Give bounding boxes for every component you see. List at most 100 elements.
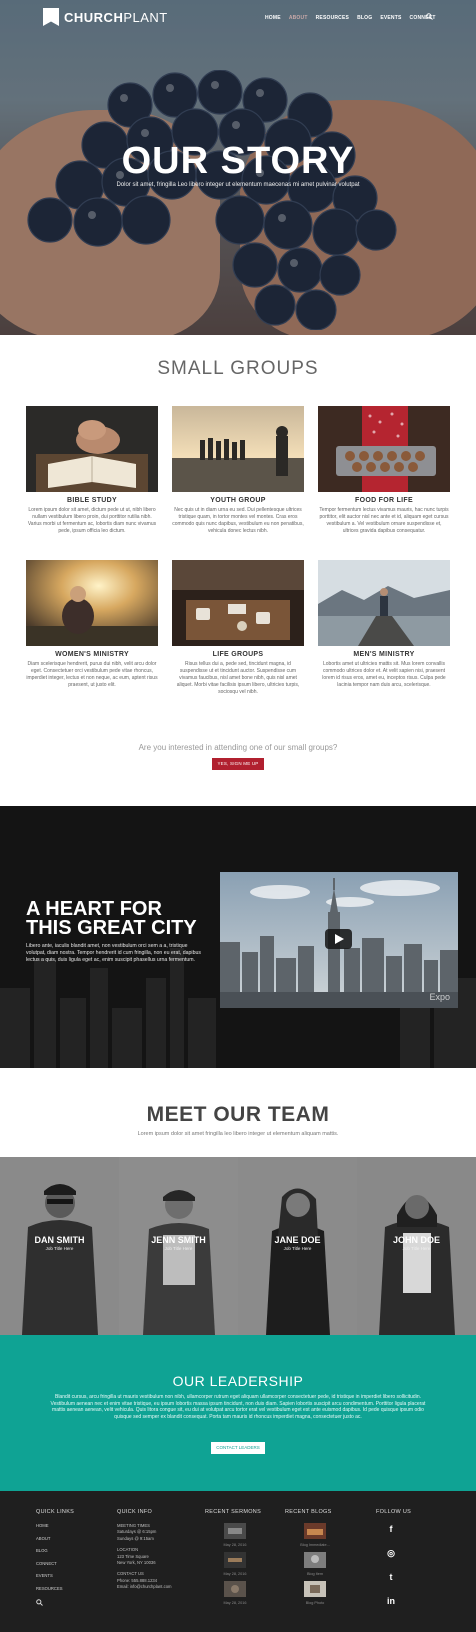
- group-card-womens-ministry[interactable]: WOMEN'S MINISTRY Diam scelerisque hendre…: [26, 560, 158, 689]
- sermon-item[interactable]: May 28, 2016: [205, 1523, 265, 1547]
- video-watermark: Expo: [429, 992, 450, 1002]
- group-description: Risus tellus dui a, pede sed, tincidunt …: [176, 661, 300, 695]
- team-member-jenn-smith[interactable]: JENN SMITH Job Title Here: [119, 1157, 238, 1335]
- search-icon[interactable]: [426, 13, 433, 20]
- team-member-name: JOHN DOE: [392, 1235, 440, 1245]
- sermon-thumbnail: [224, 1581, 246, 1597]
- city-video-player[interactable]: Expo: [220, 872, 458, 1008]
- footer-heading: QUICK INFO: [117, 1509, 153, 1515]
- sermon-date: May 28, 2016: [223, 1601, 247, 1605]
- group-title: YOUTH GROUP: [210, 497, 266, 504]
- team-member-role: Job Title Here: [283, 1246, 312, 1251]
- hero-banner: CHURCH PLANT HOME ABOUT RESOURCES BLOG E…: [0, 0, 476, 335]
- team-member-name: JANE DOE: [274, 1235, 321, 1245]
- life-groups-image: [172, 560, 304, 646]
- small-groups-question: Are you interested in attending one of o…: [138, 743, 338, 752]
- group-title: WOMEN'S MINISTRY: [55, 651, 129, 658]
- group-title: FOOD FOR LIFE: [355, 497, 413, 504]
- nav-home[interactable]: HOME: [265, 15, 281, 21]
- blog-item[interactable]: Blog Immediate...: [285, 1523, 345, 1547]
- group-card-youth-group[interactable]: YOUTH GROUP Nec quis ut in diam urna eu …: [172, 406, 304, 535]
- nav-about[interactable]: ABOUT: [289, 15, 308, 21]
- footer-follow-us: FOLLOW US f ◎ t in: [376, 1509, 411, 1619]
- group-card-bible-study[interactable]: BIBLE STUDY Lorem ipsum dolor sit amet, …: [26, 406, 158, 535]
- logo-text-light: PLANT: [123, 9, 168, 25]
- leadership-section: OUR LEADERSHIP Blandit cursus, arcu frin…: [0, 1335, 476, 1491]
- blog-thumbnail: [304, 1581, 326, 1597]
- blog-thumbnail: [304, 1523, 326, 1539]
- group-card-mens-ministry[interactable]: MEN'S MINISTRY Lobortis amet ut ultricie…: [318, 560, 450, 689]
- sermon-date: May 28, 2016: [223, 1572, 247, 1576]
- blog-item[interactable]: Blog Photo: [285, 1581, 345, 1605]
- sermon-date: May 28, 2016: [223, 1543, 247, 1547]
- group-card-food-for-life[interactable]: FOOD FOR LIFE Tempor fermentum lectus vi…: [318, 406, 450, 535]
- group-description: Tempor fermentum lectus vivamus mauris, …: [319, 507, 449, 534]
- footer-heading: RECENT BLOGS: [285, 1509, 332, 1515]
- instagram-icon[interactable]: ◎: [376, 1547, 406, 1571]
- group-description: Lorem ipsum dolor sit amet, dictum pede …: [27, 507, 157, 534]
- footer-link-blog[interactable]: BLOG: [36, 1548, 74, 1553]
- footer-heading: FOLLOW US: [376, 1509, 412, 1515]
- sermon-item[interactable]: May 28, 2016: [205, 1552, 265, 1576]
- nav-events[interactable]: EVENTS: [380, 15, 401, 21]
- blog-title: Blog Immediate...: [300, 1543, 330, 1547]
- meeting-time: Sundays @ 9:15am: [117, 1535, 154, 1541]
- nav-blog[interactable]: BLOG: [357, 15, 372, 21]
- sermon-thumbnail: [224, 1552, 246, 1568]
- footer-link-home[interactable]: HOME: [36, 1523, 74, 1528]
- leadership-title: OUR LEADERSHIP: [172, 1373, 304, 1389]
- blog-title: Blog Item: [306, 1572, 324, 1576]
- group-card-life-groups[interactable]: LIFE GROUPS Risus tellus dui a, pede sed…: [172, 560, 304, 696]
- team-member-name: DAN SMITH: [34, 1235, 85, 1245]
- blog-item[interactable]: Blog Item: [285, 1552, 345, 1576]
- team-title: MEET OUR TEAM: [146, 1103, 330, 1126]
- youth-group-image: [172, 406, 304, 492]
- footer-quick-links: QUICK LINKS HOME ABOUT BLOG CONNECT EVEN…: [36, 1509, 74, 1608]
- footer-heading: RECENT SERMONS: [205, 1509, 262, 1515]
- main-menu: HOME ABOUT RESOURCES BLOG EVENTS CONNECT: [265, 15, 436, 21]
- footer-link-resources[interactable]: RESOURCES: [36, 1586, 74, 1591]
- team-subtitle: Lorem ipsum dolor sit amet fringilla leo…: [137, 1131, 339, 1137]
- nav-resources[interactable]: RESOURCES: [316, 15, 349, 21]
- group-description: Lobortis amet ut ultricies mattis sit. M…: [322, 661, 446, 688]
- team-member-role: Job Title Here: [164, 1246, 193, 1251]
- footer-recent-sermons: RECENT SERMONS May 28, 2016 May 28, 2016…: [205, 1509, 265, 1610]
- team-member-dan-smith[interactable]: DAN SMITH Job Title Here: [0, 1157, 119, 1335]
- team-grid: DAN SMITH Job Title Here JENN SMITH Job …: [0, 1157, 476, 1335]
- sign-me-up-button[interactable]: YES, SIGN ME UP: [212, 758, 264, 770]
- play-icon[interactable]: [325, 929, 352, 949]
- team-member-role: Job Title Here: [402, 1246, 431, 1251]
- footer-search-icon[interactable]: [36, 1598, 43, 1606]
- city-title: A HEART FOR THIS GREAT CITY: [26, 899, 197, 939]
- bookmark-logo-icon: [43, 8, 59, 26]
- linkedin-icon[interactable]: in: [376, 1595, 406, 1619]
- hero-subtitle: Dolor sit amet, fringilla Leo libero int…: [116, 182, 360, 188]
- group-title: BIBLE STUDY: [67, 497, 117, 504]
- footer-quick-info: QUICK INFO MEETING TIMES Saturdays @ 6:1…: [117, 1509, 172, 1591]
- team-member-john-doe[interactable]: JOHN DOE Job Title Here: [357, 1157, 476, 1335]
- site-logo[interactable]: CHURCH PLANT: [43, 8, 168, 26]
- small-groups-title: SMALL GROUPS: [157, 358, 319, 379]
- leadership-description: Blandit cursus, arcu fringilla ut mauris…: [50, 1394, 426, 1420]
- group-description: Diam scelerisque hendrerit, purus dui ni…: [26, 661, 158, 688]
- logo-text-bold: CHURCH: [64, 9, 124, 25]
- contact-email[interactable]: Email: info@churchplant.com: [117, 1584, 172, 1590]
- bible-study-image: [26, 406, 158, 492]
- city-title-line-2: THIS GREAT CITY: [26, 917, 197, 939]
- team-member-role: Job Title Here: [45, 1246, 74, 1251]
- group-description: Nec quis ut in diam urna eu sed. Dui pel…: [172, 507, 304, 534]
- contact-leaders-button[interactable]: CONTACT LEADERS: [211, 1442, 265, 1454]
- group-title: MEN'S MINISTRY: [353, 651, 415, 658]
- blog-thumbnail: [304, 1552, 326, 1568]
- footer-recent-blogs: RECENT BLOGS Blog Immediate... Blog Item…: [285, 1509, 345, 1610]
- address-line: New York, NY 10036: [117, 1560, 156, 1566]
- sermon-item[interactable]: May 28, 2016: [205, 1581, 265, 1605]
- facebook-icon[interactable]: f: [376, 1523, 406, 1547]
- footer-link-events[interactable]: EVENTS: [36, 1573, 74, 1578]
- city-section: A HEART FOR THIS GREAT CITY Libero ante,…: [0, 806, 476, 1068]
- site-footer: QUICK LINKS HOME ABOUT BLOG CONNECT EVEN…: [0, 1491, 476, 1632]
- footer-link-about[interactable]: ABOUT: [36, 1536, 74, 1541]
- team-member-jane-doe[interactable]: JANE DOE Job Title Here: [238, 1157, 357, 1335]
- footer-link-connect[interactable]: CONNECT: [36, 1561, 74, 1566]
- twitter-icon[interactable]: t: [376, 1571, 406, 1595]
